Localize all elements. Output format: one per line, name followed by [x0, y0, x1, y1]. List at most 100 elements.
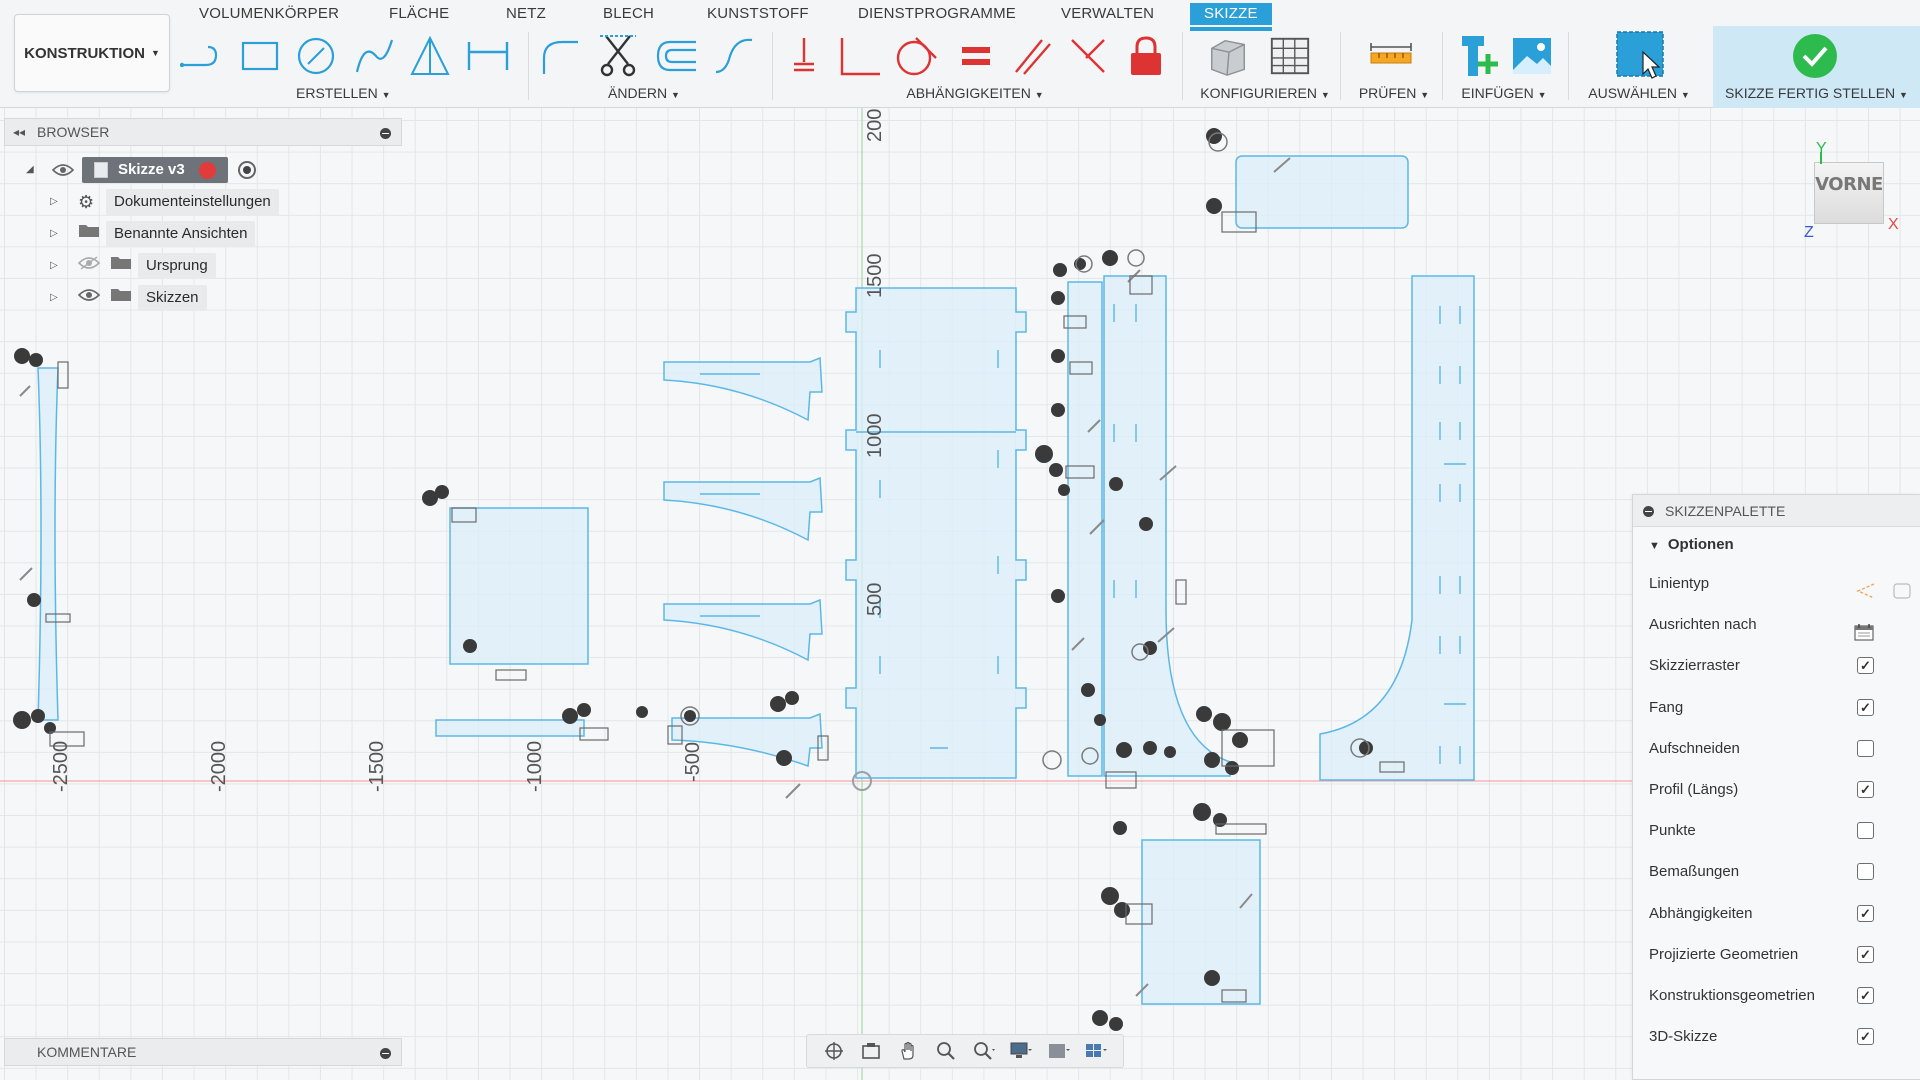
minimize-icon[interactable] [1643, 506, 1654, 517]
tab-volumenkoerper[interactable]: VOLUMENKÖRPER [199, 3, 339, 25]
browser-item-dokumenteinstellungen[interactable]: ▷ ⚙ Dokumenteinstellungen [50, 188, 279, 216]
fillet-tool-icon[interactable] [538, 34, 582, 78]
checkmark-icon [1793, 34, 1837, 78]
display-settings-icon[interactable] [1010, 1040, 1033, 1062]
option-label: Profil (Längs) [1649, 780, 1739, 798]
tab-verwalten[interactable]: VERWALTEN [1061, 3, 1154, 25]
palette-section-optionen[interactable]: ▼ Optionen [1633, 527, 1920, 563]
measure-ruler-icon[interactable] [1369, 34, 1413, 78]
configure-table-icon[interactable] [1268, 34, 1312, 78]
abhaengigkeiten-checkbox[interactable]: ✓ [1857, 904, 1874, 922]
tangent-constraint-icon[interactable] [894, 34, 938, 78]
polygon-tool-icon[interactable] [408, 34, 452, 78]
expand-right-icon[interactable]: ▷ [50, 220, 64, 248]
group-pruefen[interactable]: PRÜFEN ▼ [1356, 84, 1432, 102]
spline-tool-icon[interactable] [712, 34, 756, 78]
aufschneiden-checkbox[interactable] [1857, 739, 1874, 757]
activate-radio-icon[interactable] [237, 161, 256, 179]
group-erstellen-label: ERSTELLEN [296, 85, 378, 101]
browser-item-sketch[interactable]: ◢ Skizze v3 [26, 156, 256, 184]
tab-flaeche[interactable]: FLÄCHE [389, 3, 449, 25]
group-auswaehlen[interactable]: AUSWÄHLEN ▼ [1582, 84, 1696, 102]
group-erstellen[interactable]: ERSTELLEN ▼ [296, 84, 391, 102]
circle-tool-icon[interactable] [294, 34, 338, 78]
browser-item-benannte-ansichten[interactable]: ▷ Benannte Ansichten [50, 220, 256, 248]
tab-blech[interactable]: BLECH [603, 3, 654, 25]
zoom-window-icon[interactable] [973, 1040, 995, 1062]
expand-right-icon[interactable]: ▷ [50, 188, 64, 216]
equal-constraint-icon[interactable] [954, 34, 998, 78]
folder-icon [110, 284, 138, 312]
profil-checkbox[interactable]: ✓ [1857, 780, 1874, 798]
select-cursor-icon[interactable] [1615, 30, 1667, 80]
browser-panel-header[interactable]: ◂◂ BROWSER [4, 118, 402, 146]
toolbar-divider [528, 32, 529, 100]
grid-settings-icon[interactable] [1048, 1040, 1070, 1062]
option-bemassungen: Bemaßungen [1633, 851, 1920, 892]
eye-icon[interactable] [52, 163, 82, 177]
rectangle-tool-icon[interactable] [238, 34, 282, 78]
browser-item-ursprung[interactable]: ▷ Ursprung [50, 252, 216, 280]
orbit-icon[interactable] [823, 1040, 845, 1062]
trim-scissors-icon[interactable] [596, 34, 640, 78]
parallel-constraint-icon[interactable] [1010, 34, 1054, 78]
zoom-icon[interactable] [935, 1040, 957, 1062]
bemassungen-checkbox[interactable] [1857, 863, 1874, 881]
tab-dienstprogramme[interactable]: DIENSTPROGRAMME [858, 3, 1016, 25]
pan-hand-icon[interactable] [898, 1040, 920, 1062]
calendar-icon[interactable] [1854, 616, 1874, 641]
comments-panel-header[interactable]: KOMMENTARE [4, 1038, 402, 1066]
sketch-label-pill[interactable]: Skizze v3 [82, 157, 228, 183]
chevron-down-icon: ▼ [1537, 90, 1547, 100]
viewports-icon[interactable] [1085, 1040, 1108, 1062]
perpendicular-x-constraint-icon[interactable] [1066, 34, 1110, 78]
group-aendern[interactable]: ÄNDERN ▼ [604, 84, 684, 102]
konstruktionsgeometrien-checkbox[interactable]: ✓ [1857, 986, 1874, 1004]
finish-sketch-button[interactable]: SKIZZE FERTIG STELLEN ▼ [1713, 26, 1920, 108]
minimize-icon[interactable] [380, 1048, 391, 1059]
fang-checkbox[interactable]: ✓ [1857, 698, 1874, 716]
perpendicular-constraint-icon[interactable] [838, 34, 882, 78]
ruler-y-label: 1000 [864, 413, 886, 459]
workspace-label: KONSTRUKTION [24, 44, 145, 62]
offset-tool-icon[interactable] [654, 34, 698, 78]
coincident-constraint-icon[interactable] [782, 34, 826, 78]
view-cube[interactable]: VORNE Y X Z [1800, 138, 1910, 248]
expand-right-icon[interactable]: ▷ [50, 252, 64, 280]
tab-skizze[interactable]: SKIZZE [1190, 3, 1272, 31]
3d-skizze-checkbox[interactable]: ✓ [1857, 1028, 1874, 1046]
punkte-checkbox[interactable] [1857, 822, 1874, 840]
tab-kunststoff[interactable]: KUNSTSTOFF [707, 3, 809, 25]
dimension-tool-icon[interactable] [466, 34, 510, 78]
projizierte-geometrien-checkbox[interactable]: ✓ [1857, 945, 1874, 963]
eye-icon[interactable] [77, 284, 110, 312]
configure-cube-icon[interactable] [1206, 34, 1250, 78]
group-konfigurieren[interactable]: KONFIGURIEREN ▼ [1198, 84, 1332, 102]
sketch-profiles [37, 155, 1475, 1005]
minimize-icon[interactable] [380, 128, 391, 139]
insert-image-icon[interactable] [1510, 34, 1554, 78]
expand-right-icon[interactable]: ▷ [50, 284, 64, 312]
group-einfuegen[interactable]: EINFÜGEN ▼ [1456, 84, 1552, 102]
option-label: Abhängigkeiten [1649, 904, 1753, 922]
expand-down-icon[interactable]: ◢ [26, 156, 40, 184]
option-konstruktionsgeometrien: Konstruktionsgeometrien ✓ [1633, 975, 1920, 1016]
insert-derive-icon[interactable] [1456, 34, 1500, 78]
collapse-arrows-icon[interactable]: ◂◂ [13, 119, 25, 145]
browser-item-skizzen[interactable]: ▷ Skizzen [50, 284, 207, 312]
group-abhaengigkeiten[interactable]: ABHÄNGIGKEITEN ▼ [900, 84, 1050, 102]
eye-hidden-icon[interactable] [77, 252, 110, 280]
comments-title: KOMMENTARE [37, 1044, 137, 1060]
arc-tool-icon[interactable] [352, 34, 396, 78]
gear-icon: ⚙ [78, 192, 95, 212]
line-tool-icon[interactable] [178, 34, 222, 78]
look-at-icon[interactable] [860, 1040, 882, 1062]
toolbar-divider [1340, 32, 1341, 100]
profile-bar [435, 719, 585, 737]
skizzierraster-checkbox[interactable]: ✓ [1857, 657, 1874, 675]
tab-netz[interactable]: NETZ [506, 3, 546, 25]
lock-icon[interactable] [1124, 34, 1168, 78]
workspace-dropdown[interactable]: KONSTRUKTION ▼ [14, 14, 170, 92]
palette-header[interactable]: SKIZZENPALETTE [1633, 495, 1920, 527]
view-cube-face[interactable]: VORNE [1814, 162, 1884, 224]
